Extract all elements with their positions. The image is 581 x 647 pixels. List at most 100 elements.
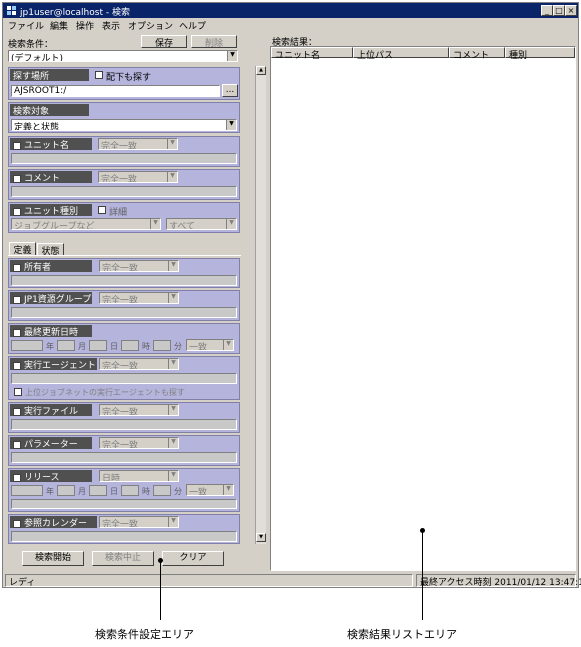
updated-minute-field[interactable]	[153, 340, 171, 351]
tab-divider	[8, 255, 241, 256]
agent-match-select[interactable]: 完全一致 ▼	[99, 358, 179, 370]
last-access-time: 最終アクセス時刻 2011/01/12 13:47:19	[416, 574, 581, 588]
menu-options[interactable]: オプション	[128, 19, 173, 32]
release-minute-field[interactable]	[153, 485, 171, 496]
clear-button[interactable]: クリア	[162, 551, 224, 566]
col-type[interactable]: 種別	[505, 47, 575, 61]
release-month-field[interactable]	[57, 485, 75, 496]
updated-header: 最終更新日時	[10, 325, 92, 338]
window-title: jp1user@localhost - 検索	[20, 8, 130, 18]
subtree-checkbox[interactable]	[95, 71, 103, 79]
exec-file-match-value: 完全一致	[102, 408, 139, 416]
scroll-down-icon[interactable]: ▼	[256, 533, 266, 542]
jp1group-match-select[interactable]: 完全一致 ▼	[99, 292, 179, 304]
unit-name-field[interactable]	[11, 153, 237, 164]
calendar-field[interactable]	[11, 531, 237, 542]
chevron-down-icon: ▼	[168, 471, 178, 481]
location-path-field[interactable]: AJSROOT1:/	[11, 85, 220, 97]
updated-hour-field[interactable]	[121, 340, 139, 351]
upper-agent-checkbox[interactable]	[14, 388, 22, 396]
search-stop-button[interactable]: 検索中止	[92, 551, 154, 566]
updated-year-field[interactable]	[11, 340, 43, 351]
updated-month-field[interactable]	[57, 340, 75, 351]
col-comment[interactable]: コメント	[449, 47, 505, 61]
params-field[interactable]	[11, 452, 237, 463]
release-day-unit: 日	[110, 487, 118, 496]
updated-checkbox[interactable]	[13, 328, 21, 337]
target-select[interactable]: 定義と状態 ▼	[11, 119, 237, 131]
close-button[interactable]: ×	[565, 5, 577, 16]
updated-minute-unit: 分	[174, 342, 182, 351]
target-header: 検索対象	[10, 104, 89, 117]
owner-match-value: 完全一致	[102, 264, 139, 272]
chevron-down-icon: ▼	[167, 172, 177, 182]
tab-status[interactable]: 状態	[37, 243, 64, 257]
jp1group-field[interactable]	[11, 307, 237, 318]
minimize-button[interactable]: _	[541, 5, 553, 16]
owner-match-select[interactable]: 完全一致 ▼	[99, 260, 179, 272]
condition-select[interactable]: (デフォルト) ▼	[8, 50, 238, 62]
comment-checkbox[interactable]	[13, 174, 21, 183]
menu-edit[interactable]: 編集	[50, 19, 68, 32]
updated-day-field[interactable]	[89, 340, 107, 351]
conditions-scrollbar[interactable]: ▲ ▼	[255, 66, 266, 544]
params-checkbox[interactable]	[13, 440, 21, 449]
release-label: リリース	[24, 473, 60, 483]
release-hour-field[interactable]	[121, 485, 139, 496]
chevron-down-icon: ▼	[226, 120, 236, 130]
unit-type-select[interactable]: ジョブグループなど ▼	[11, 218, 161, 230]
comment-field[interactable]	[11, 186, 237, 197]
menu-help[interactable]: ヘルプ	[179, 19, 206, 32]
jp1group-checkbox[interactable]	[13, 295, 21, 304]
menu-view[interactable]: 表示	[102, 19, 120, 32]
updated-match-select[interactable]: 一致 ▼	[186, 339, 234, 351]
unit-subtype-value: すべて	[169, 222, 196, 230]
unit-name-header: ユニット名	[10, 138, 92, 151]
release-match2-select[interactable]: 一致 ▼	[186, 484, 234, 496]
browse-button[interactable]: ...	[222, 84, 238, 97]
menu-file[interactable]: ファイル	[8, 19, 44, 32]
detail-checkbox[interactable]	[98, 206, 106, 214]
tab-definition[interactable]: 定義	[9, 242, 36, 256]
release-field[interactable]	[11, 499, 237, 509]
results-list[interactable]	[270, 46, 576, 571]
comment-header: コメント	[10, 171, 92, 184]
owner-checkbox[interactable]	[13, 263, 21, 272]
agent-field[interactable]	[11, 373, 237, 384]
menu-operation[interactable]: 操作	[76, 19, 94, 32]
exec-file-match-select[interactable]: 完全一致 ▼	[99, 404, 179, 416]
release-match-select[interactable]: 日時 ▼	[99, 470, 179, 482]
search-start-button[interactable]: 検索開始	[22, 551, 84, 566]
comment-match-select[interactable]: 完全一致 ▼	[98, 171, 178, 183]
scroll-up-icon[interactable]: ▲	[256, 66, 266, 75]
params-match-select[interactable]: 完全一致 ▼	[99, 437, 179, 449]
calendar-match-select[interactable]: 完全一致 ▼	[99, 516, 179, 528]
chevron-down-icon: ▼	[168, 438, 178, 448]
release-day-field[interactable]	[89, 485, 107, 496]
calendar-match-value: 完全一致	[102, 520, 139, 528]
search-window: jp1user@localhost - 検索 _ □ × ファイル 編集 操作 …	[2, 2, 581, 588]
chevron-down-icon: ▼	[226, 219, 236, 229]
col-parent-path[interactable]: 上位パス	[353, 47, 449, 61]
release-year-field[interactable]	[11, 485, 43, 496]
release-checkbox[interactable]	[13, 473, 21, 482]
save-button[interactable]: 保存	[141, 35, 187, 49]
chevron-down-icon: ▼	[150, 219, 160, 229]
col-unit-name[interactable]: ユニット名	[271, 47, 353, 61]
exec-file-field[interactable]	[11, 419, 237, 430]
agent-checkbox[interactable]	[13, 361, 21, 370]
unit-type-checkbox[interactable]	[13, 207, 21, 216]
unit-name-label: ユニット名	[24, 141, 70, 151]
maximize-button[interactable]: □	[553, 5, 565, 16]
unit-name-match-select[interactable]: 完全一致 ▼	[98, 138, 178, 150]
delete-button[interactable]: 削除	[191, 35, 237, 49]
chevron-down-icon: ▼	[223, 340, 233, 350]
exec-file-checkbox[interactable]	[13, 407, 21, 416]
exec-file-label: 実行ファイル	[24, 407, 79, 417]
params-header: パラメーター	[10, 437, 92, 450]
unit-name-checkbox[interactable]	[13, 141, 21, 150]
chevron-down-icon: ▼	[168, 261, 178, 271]
unit-subtype-select[interactable]: すべて ▼	[166, 218, 237, 230]
calendar-checkbox[interactable]	[13, 519, 21, 528]
owner-field[interactable]	[11, 275, 237, 286]
